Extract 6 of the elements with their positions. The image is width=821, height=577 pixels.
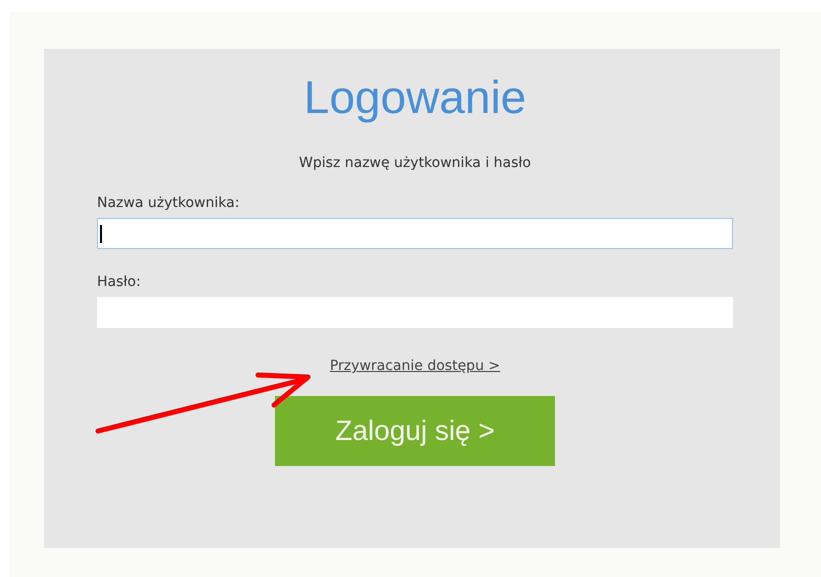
input-field[interactable] [97,218,733,249]
login-instructions: Wpisz nazwę użytkownika i hasło [299,155,531,171]
field-label: Hasło: [97,273,142,291]
login-title: Logowanie [304,70,526,125]
field-label: Nazwa użytkownika: [97,194,240,212]
recovery-link[interactable]: Przywracanie dostępu > [330,358,500,374]
